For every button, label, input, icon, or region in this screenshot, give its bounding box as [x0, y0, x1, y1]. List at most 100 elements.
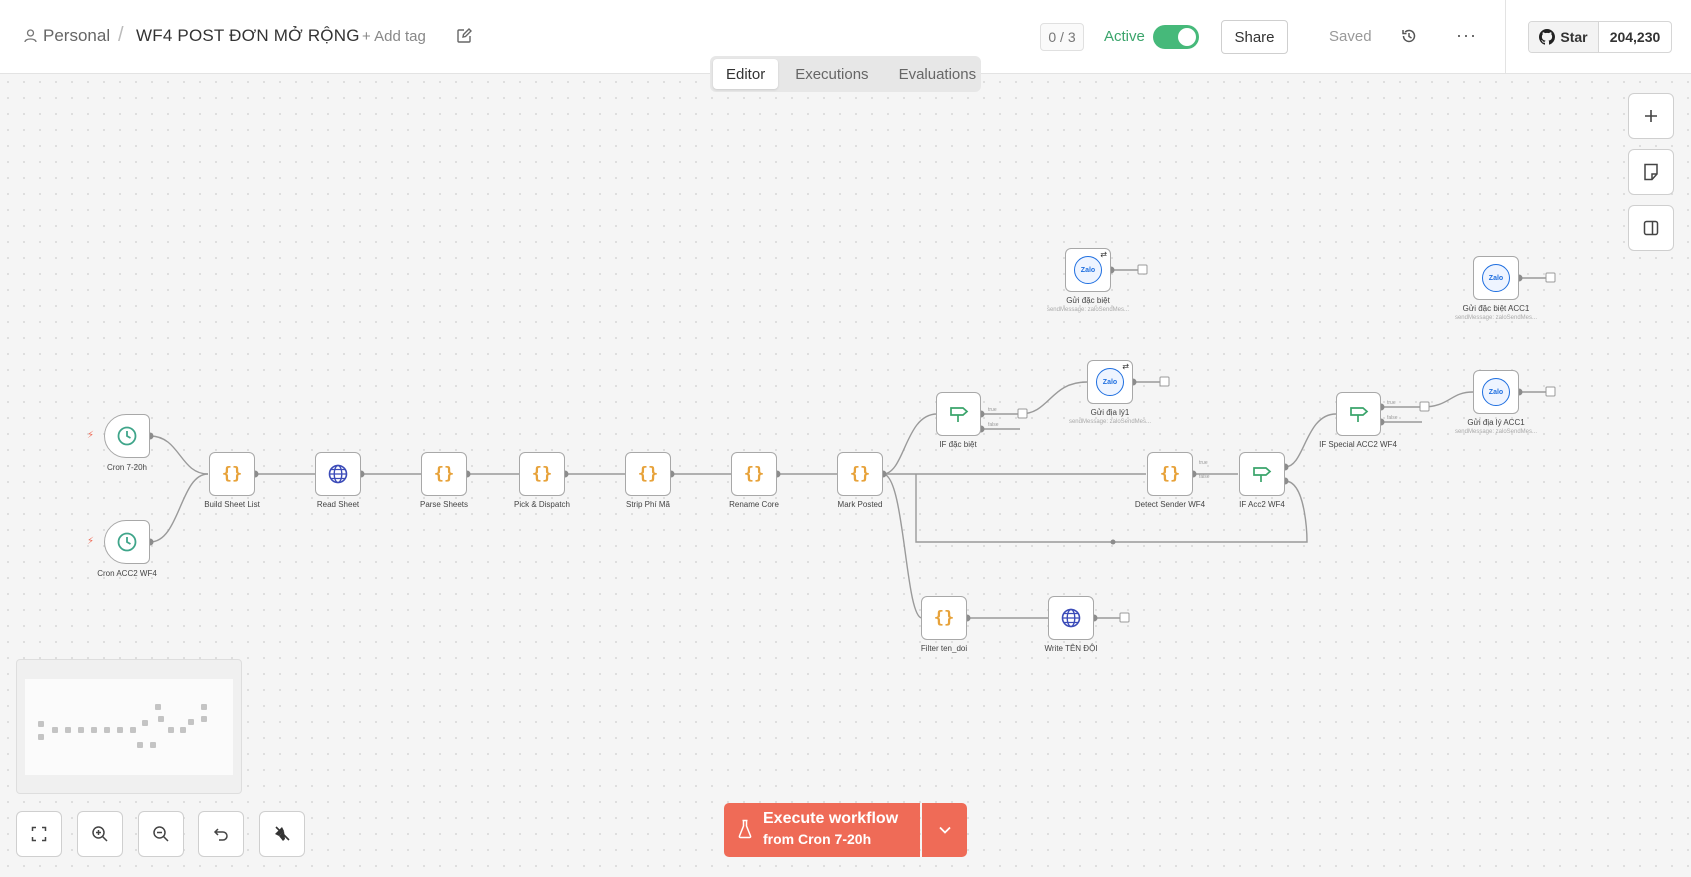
- node-gui-dia-ly-1[interactable]: Zalo ⇄: [1087, 360, 1133, 404]
- fit-view-button[interactable]: [16, 811, 62, 857]
- tidy-up-button[interactable]: [259, 811, 305, 857]
- node-strip-phi-ma[interactable]: {}: [625, 452, 671, 496]
- code-icon: {}: [849, 464, 871, 484]
- github-star-widget[interactable]: Star 204,230: [1528, 21, 1672, 53]
- panel-icon: [1643, 220, 1659, 236]
- more-options-icon[interactable]: ···: [1456, 25, 1477, 46]
- node-cron-acc2-wf4[interactable]: [104, 520, 150, 564]
- branch-true-label: true: [1387, 400, 1396, 406]
- history-icon[interactable]: [1400, 27, 1418, 45]
- minimap-node: [158, 716, 164, 722]
- node-gui-dac-biet-acc1[interactable]: Zalo: [1473, 256, 1519, 300]
- github-star-label: Star: [1560, 29, 1588, 45]
- node-pick-dispatch[interactable]: {}: [519, 452, 565, 496]
- node-label: Cron 7-20h: [106, 463, 148, 472]
- breadcrumb-workspace[interactable]: Personal: [24, 26, 110, 46]
- branch-false-label: false: [1199, 474, 1210, 480]
- header-divider: [1505, 0, 1506, 74]
- workspace-label: Personal: [43, 26, 111, 45]
- toggle-knob: [1178, 28, 1196, 46]
- zoom-in-icon: [92, 826, 108, 842]
- minimap-node: [104, 727, 110, 733]
- clock-icon: [117, 426, 137, 446]
- sync-icon: ⇄: [1100, 250, 1107, 259]
- execute-title: Execute workflow: [763, 810, 899, 827]
- edit-description-icon[interactable]: [455, 27, 473, 45]
- node-subtitle: sendMessage: zaloSendMes...: [1454, 315, 1538, 321]
- zalo-icon: Zalo: [1074, 256, 1102, 284]
- code-icon: {}: [933, 608, 955, 628]
- active-toggle[interactable]: [1153, 25, 1199, 49]
- github-star-button[interactable]: Star: [1529, 22, 1599, 52]
- node-label: IF Special ACC2 WF4: [1319, 440, 1397, 449]
- execute-subtitle: from Cron 7-20h: [763, 831, 872, 847]
- branch-false-label: false: [1387, 415, 1398, 421]
- add-node-button[interactable]: [1628, 93, 1674, 139]
- saved-status: Saved: [1329, 28, 1372, 45]
- code-icon: {}: [637, 464, 659, 484]
- clock-icon: [117, 532, 137, 552]
- node-build-sheet-list[interactable]: {}: [209, 452, 255, 496]
- node-gui-dac-biet[interactable]: Zalo ⇄: [1065, 248, 1111, 292]
- node-detect-sender-wf4[interactable]: {}: [1147, 452, 1193, 496]
- node-if-special-acc2-wf4[interactable]: [1336, 392, 1381, 436]
- undo-icon: [213, 828, 228, 841]
- node-subtitle: sendMessage: zaloSendMes...: [1454, 429, 1538, 435]
- minimap-node: [38, 721, 44, 727]
- branch-false-label: false: [988, 422, 999, 428]
- trigger-bolt-icon: ⚡: [87, 536, 95, 547]
- node-cron-7-20h[interactable]: [104, 414, 150, 458]
- workflow-title[interactable]: WF4 POST ĐƠN MỞ RỘNG: [136, 26, 360, 46]
- tab-executions[interactable]: Executions: [782, 59, 881, 89]
- node-mark-posted[interactable]: {}: [837, 452, 883, 496]
- chevron-down-icon: [938, 826, 951, 834]
- zoom-in-button[interactable]: [77, 811, 123, 857]
- globe-icon: [1061, 608, 1081, 628]
- reset-zoom-button[interactable]: [198, 811, 244, 857]
- node-label: Write TÊN ĐỘI: [1044, 644, 1098, 653]
- add-sticky-note-button[interactable]: [1628, 149, 1674, 195]
- node-if-dac-biet[interactable]: [936, 392, 981, 436]
- add-tag-button[interactable]: + Add tag: [362, 28, 426, 45]
- node-filter-ten-doi[interactable]: {}: [921, 596, 967, 640]
- execute-workflow-button[interactable]: Execute workflow from Cron 7-20h: [724, 803, 920, 857]
- branch-true-label: true: [988, 407, 997, 413]
- tab-editor[interactable]: Editor: [713, 59, 779, 89]
- node-label: IF đặc biệt: [939, 440, 977, 449]
- workflow-canvas[interactable]: true false true false true false ⚡ Cron …: [0, 74, 1691, 877]
- minimap-node: [38, 734, 44, 740]
- minimap-node: [168, 727, 174, 733]
- minimap-node: [78, 727, 84, 733]
- minimap-node: [142, 720, 148, 726]
- node-gui-dia-ly-acc1[interactable]: Zalo: [1473, 370, 1519, 414]
- minimap-node: [52, 727, 58, 733]
- share-button[interactable]: Share: [1221, 20, 1288, 54]
- minimap[interactable]: [16, 659, 242, 794]
- toggle-panel-button[interactable]: [1628, 205, 1674, 251]
- tab-evaluations[interactable]: Evaluations: [886, 59, 990, 89]
- active-label: Active: [1104, 28, 1145, 45]
- code-icon: {}: [433, 464, 455, 484]
- branch-true-label: true: [1199, 460, 1208, 466]
- minimap-viewport: [25, 679, 233, 775]
- node-label: Gửi đặc biệt: [1066, 296, 1110, 305]
- minimap-node: [117, 727, 123, 733]
- execute-options-dropdown[interactable]: [922, 803, 967, 857]
- minimap-node: [188, 719, 194, 725]
- if-signpost-icon: [1349, 407, 1368, 422]
- minimap-node: [180, 727, 186, 733]
- view-tabs: Editor Executions Evaluations: [710, 56, 981, 92]
- code-icon: {}: [1159, 464, 1181, 484]
- node-parse-sheets[interactable]: {}: [421, 452, 467, 496]
- zoom-out-button[interactable]: [138, 811, 184, 857]
- node-write-ten-doi[interactable]: [1048, 596, 1094, 640]
- if-signpost-icon: [949, 407, 968, 422]
- broom-icon: [275, 826, 290, 841]
- code-icon: {}: [743, 464, 765, 484]
- node-label: Filter ten_doi: [920, 644, 968, 653]
- node-rename-core[interactable]: {}: [731, 452, 777, 496]
- node-read-sheet[interactable]: [315, 452, 361, 496]
- node-if-acc2-wf4[interactable]: [1239, 452, 1285, 496]
- setup-progress-badge[interactable]: 0 / 3: [1040, 23, 1084, 51]
- sync-icon: ⇄: [1122, 362, 1129, 371]
